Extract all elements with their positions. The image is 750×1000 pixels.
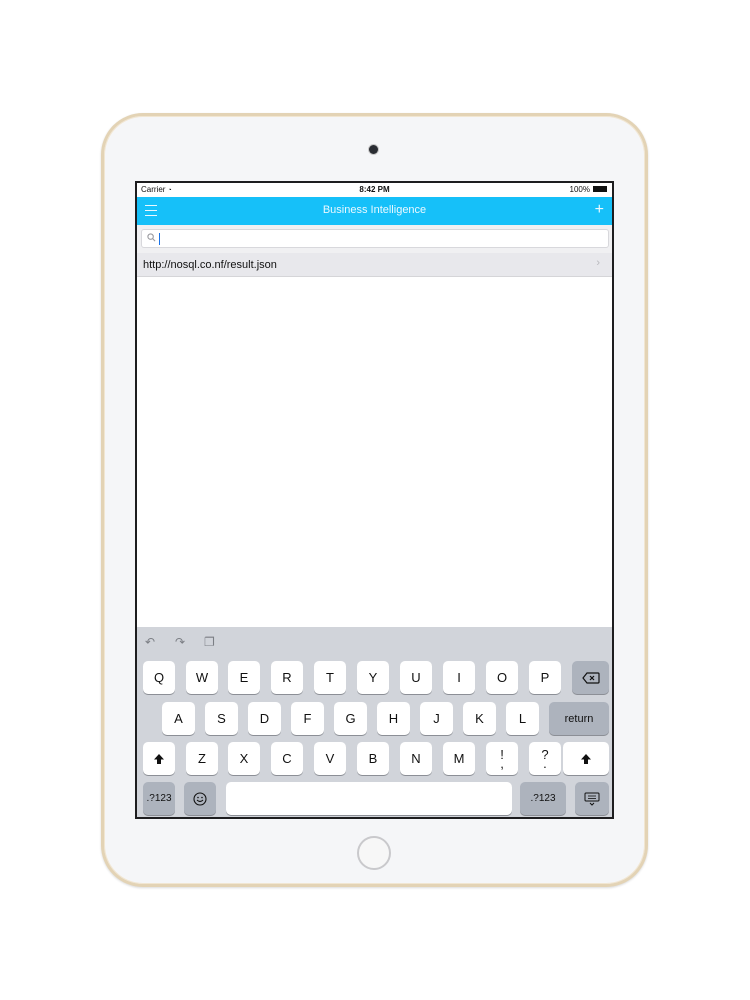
key-question-period[interactable]: ? . [529, 742, 561, 775]
backspace-key[interactable] [572, 661, 609, 694]
key-v[interactable]: V [314, 742, 346, 775]
status-bar: Carrier ◔ 8:42 PM 100% [137, 183, 612, 197]
list-item[interactable]: http://nosql.co.nf/result.json › [137, 253, 612, 277]
key-m[interactable]: M [443, 742, 475, 775]
key-h[interactable]: H [377, 702, 410, 735]
punct-bottom: . [543, 755, 547, 771]
key-g[interactable]: G [334, 702, 367, 735]
shift-icon [154, 753, 164, 764]
search-bar-container [137, 225, 612, 253]
status-time: 8:42 PM [359, 185, 390, 194]
key-p[interactable]: P [529, 661, 561, 694]
key-n[interactable]: N [400, 742, 432, 775]
key-l[interactable]: L [506, 702, 539, 735]
key-d[interactable]: D [248, 702, 281, 735]
key-e[interactable]: E [228, 661, 260, 694]
nav-title: Business Intelligence [322, 204, 427, 216]
search-icon [147, 233, 156, 242]
navigation-bar: Business Intelligence + [137, 197, 612, 225]
home-button[interactable] [357, 836, 391, 870]
key-s[interactable]: S [205, 702, 238, 735]
numbers-key-left[interactable]: .?123 [143, 782, 175, 815]
text-cursor [159, 233, 160, 245]
onscreen-keyboard: ↶ ↷ ❐ Q W E R T Y U I O P A S D F G H J … [137, 627, 612, 817]
paste-icon[interactable]: ❐ [204, 635, 215, 649]
key-i[interactable]: I [443, 661, 475, 694]
emoji-icon [193, 791, 207, 806]
key-j[interactable]: J [420, 702, 453, 735]
punct-bottom: , [500, 755, 504, 771]
punct-key-stack: ? . [541, 748, 548, 771]
battery-icon [593, 186, 607, 192]
chevron-right-icon: › [596, 257, 600, 269]
hide-keyboard-key[interactable] [575, 782, 609, 815]
battery-percent: 100% [569, 185, 590, 194]
key-u[interactable]: U [400, 661, 432, 694]
space-key[interactable] [226, 782, 512, 815]
key-q[interactable]: Q [143, 661, 175, 694]
redo-icon[interactable]: ↷ [175, 635, 185, 649]
key-y[interactable]: Y [357, 661, 389, 694]
key-c[interactable]: C [271, 742, 303, 775]
keyboard-dismiss-icon [584, 792, 600, 806]
backspace-icon [581, 671, 600, 684]
punct-key-stack: ! , [500, 748, 504, 771]
emoji-key[interactable] [184, 782, 216, 815]
key-w[interactable]: W [186, 661, 218, 694]
shift-right-key[interactable] [563, 742, 609, 775]
key-exclamation-comma[interactable]: ! , [486, 742, 518, 775]
plus-icon[interactable]: + [595, 201, 604, 219]
device-screen: Carrier ◔ 8:42 PM 100% Business Intellige… [135, 181, 614, 819]
numbers-key-right[interactable]: .?123 [520, 782, 566, 815]
key-o[interactable]: O [486, 661, 518, 694]
list-item-label: http://nosql.co.nf/result.json [143, 259, 277, 271]
key-f[interactable]: F [291, 702, 324, 735]
key-z[interactable]: Z [186, 742, 218, 775]
front-camera [369, 145, 378, 154]
undo-icon[interactable]: ↶ [145, 635, 155, 649]
shift-left-key[interactable] [143, 742, 175, 775]
key-k[interactable]: K [463, 702, 496, 735]
key-a[interactable]: A [162, 702, 195, 735]
return-key[interactable]: return [549, 702, 609, 735]
key-x[interactable]: X [228, 742, 260, 775]
key-t[interactable]: T [314, 661, 346, 694]
key-b[interactable]: B [357, 742, 389, 775]
search-input[interactable] [162, 230, 602, 247]
search-field[interactable] [141, 229, 609, 248]
key-r[interactable]: R [271, 661, 303, 694]
shift-icon [581, 753, 591, 764]
